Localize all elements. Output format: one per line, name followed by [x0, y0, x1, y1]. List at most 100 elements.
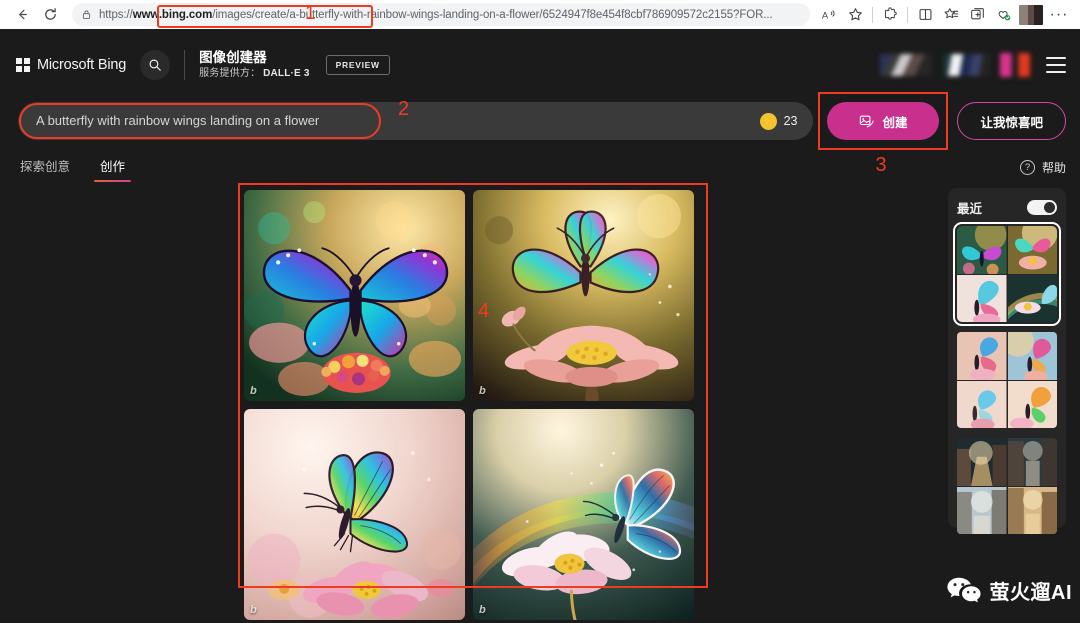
tab-explore-ideas[interactable]: 探索创意: [14, 156, 76, 182]
back-button[interactable]: [8, 3, 36, 27]
question-mark-icon: ?: [1019, 160, 1035, 175]
shopping-heart-icon: [998, 11, 1011, 21]
app-header: Microsoft Bing 图像创建器 服务提供方： DALL·E 3 PRE…: [0, 40, 1080, 90]
bing-image-watermark: b: [250, 385, 257, 397]
split-screen-icon: [919, 9, 931, 20]
app-body: b b b b 4 最近: [0, 182, 1080, 623]
recent-item-2[interactable]: [957, 332, 1057, 428]
boost-coin-icon: ⚡: [759, 112, 777, 130]
read-aloud-button[interactable]: A: [816, 3, 842, 27]
bing-image-watermark: b: [479, 604, 486, 616]
profile-avatar[interactable]: [1019, 4, 1043, 25]
create-button-label: 创建: [882, 115, 908, 130]
puzzle-icon: [884, 7, 897, 20]
recent-toggle-switch[interactable]: [1027, 200, 1057, 215]
tab-create[interactable]: 创作: [94, 156, 132, 182]
search-icon: [149, 59, 161, 71]
recent-thumb: [957, 380, 1007, 428]
header-right-cluster: [880, 53, 1066, 77]
result-image-3[interactable]: b: [244, 409, 465, 620]
back-arrow-icon: [18, 9, 27, 20]
read-aloud-icon: A: [822, 10, 835, 20]
recent-thumb: [957, 486, 1007, 534]
create-button[interactable]: 创建: [827, 102, 940, 140]
svg-text:A: A: [822, 10, 829, 20]
annotation-4: 4: [478, 300, 490, 322]
bing-logo[interactable]: Microsoft Bing: [16, 57, 126, 73]
watermark-text: 萤火遛AI: [989, 581, 1072, 604]
annotation-1: 1: [305, 3, 316, 24]
browser-more-button[interactable]: ···: [1046, 3, 1072, 27]
product-subtitle: 服务提供方： DALL·E 3: [199, 67, 310, 81]
help-link[interactable]: ? 帮助: [1019, 159, 1066, 182]
recent-thumb: [1007, 332, 1057, 380]
create-image-icon: [860, 115, 875, 127]
header-divider: [184, 50, 186, 80]
chrome-filler: [0, 29, 1080, 40]
bing-image-watermark: b: [479, 385, 486, 397]
recent-item-3[interactable]: [957, 438, 1057, 534]
bing-wordmark: Microsoft Bing: [37, 57, 127, 73]
recent-thumb: [957, 226, 1007, 274]
collections-button[interactable]: [938, 3, 964, 27]
create-button-wrap: 创建 3: [818, 92, 949, 176]
toolbar-divider: [872, 6, 873, 23]
add-collection-button[interactable]: [964, 3, 990, 27]
results-area: b b b b 4: [0, 182, 948, 623]
butterfly-art-1: [244, 190, 465, 401]
boost-chip[interactable]: ⚡ 23: [748, 102, 814, 140]
star-icon: [848, 8, 862, 21]
tabs-row: 探索创意 创作 ? 帮助: [0, 148, 1080, 182]
extensions-button[interactable]: [877, 3, 903, 27]
recent-title: 最近: [957, 202, 983, 216]
recent-thumb: [1007, 438, 1057, 486]
favorites-list-icon: [944, 8, 958, 19]
page-title: 图像创建器: [199, 49, 267, 65]
preview-badge: PREVIEW: [325, 55, 390, 75]
annotation-2: 2: [398, 98, 410, 120]
reload-button[interactable]: [36, 3, 64, 27]
add-favorite-button[interactable]: [842, 3, 868, 27]
prompt-bar[interactable]: ⚡ 23: [18, 102, 814, 140]
recent-panel: 最近: [948, 188, 1066, 534]
lock-icon: [81, 9, 92, 20]
result-image-4[interactable]: b: [473, 409, 694, 620]
browser-toolbar: https://www.bing.com/images/create/a-but…: [0, 0, 1080, 29]
help-label: 帮助: [1041, 161, 1066, 175]
toolbar-divider-2: [907, 6, 908, 23]
butterfly-art-2: [473, 190, 694, 401]
butterfly-art-3: [244, 409, 465, 620]
split-screen-button[interactable]: [912, 3, 938, 27]
wechat-icon: [946, 577, 981, 603]
address-bar-text: https://www.bing.com/images/create/a-but…: [99, 8, 773, 21]
result-image-2[interactable]: b: [473, 190, 694, 401]
bing-image-watermark: b: [250, 604, 257, 616]
reload-icon: [44, 8, 56, 20]
blurred-reward-chip[interactable]: [880, 54, 932, 76]
recent-item-1[interactable]: [953, 222, 1061, 326]
hamburger-menu-icon[interactable]: [1046, 57, 1066, 73]
add-collection-icon: [970, 8, 984, 20]
recent-thumb: [957, 274, 1007, 322]
surprise-me-button[interactable]: 让我惊喜吧: [957, 102, 1066, 140]
blurred-avatar-chip[interactable]: [1000, 53, 1030, 77]
product-subtitle-model: DALL·E 3: [263, 67, 310, 79]
recent-thumb: [1007, 226, 1057, 274]
recent-header: 最近: [957, 198, 1057, 217]
recent-thumb: [957, 332, 1007, 380]
butterfly-art-4: [473, 409, 694, 620]
shopping-button[interactable]: [990, 3, 1016, 27]
product-subtitle-prefix: 服务提供方：: [199, 67, 261, 79]
header-search-button[interactable]: [140, 50, 171, 80]
prompt-input[interactable]: [18, 102, 748, 140]
wechat-watermark: 萤火遛AI: [946, 575, 1073, 605]
prompt-row: ⚡ 23 2 创建 3 让我惊喜吧: [0, 90, 1080, 176]
recent-thumb: [1007, 486, 1057, 534]
blurred-account-chip[interactable]: [944, 54, 990, 76]
bing-image-creator-app: Microsoft Bing 图像创建器 服务提供方： DALL·E 3 PRE…: [0, 40, 1080, 620]
result-image-1[interactable]: b: [244, 190, 465, 401]
recent-thumb: [1007, 274, 1057, 322]
boost-count: 23: [783, 114, 798, 128]
address-bar[interactable]: https://www.bing.com/images/create/a-but…: [72, 3, 810, 28]
product-title-block: 图像创建器 服务提供方： DALL·E 3: [199, 50, 310, 81]
